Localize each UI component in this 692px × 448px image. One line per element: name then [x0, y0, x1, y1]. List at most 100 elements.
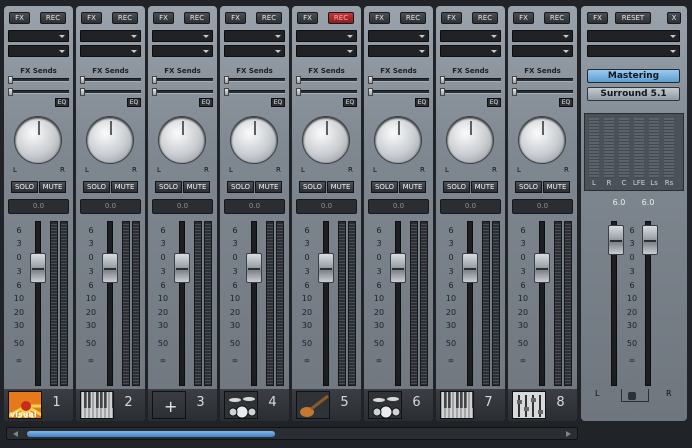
pan-knob[interactable]	[374, 116, 422, 164]
output-select[interactable]	[80, 45, 141, 57]
input-select[interactable]	[296, 30, 357, 42]
volume-fader[interactable]	[390, 253, 406, 283]
mute-button[interactable]: MUTE	[399, 181, 426, 193]
scroll-thumb[interactable]	[27, 431, 275, 437]
output-select[interactable]	[224, 45, 285, 57]
fx-button[interactable]: FX	[369, 12, 390, 24]
guitar-icon[interactable]	[296, 391, 330, 419]
master-input-select[interactable]	[587, 30, 680, 42]
mute-button[interactable]: MUTE	[327, 181, 354, 193]
rec-button[interactable]: REC	[400, 12, 426, 24]
output-select[interactable]	[440, 45, 501, 57]
pan-knob[interactable]	[302, 116, 350, 164]
pan-knob[interactable]	[14, 116, 62, 164]
pan-knob[interactable]	[518, 116, 566, 164]
rec-button[interactable]: REC	[184, 12, 210, 24]
fx-button[interactable]: FX	[81, 12, 102, 24]
mute-button[interactable]: MUTE	[39, 181, 66, 193]
pan-knob[interactable]	[158, 116, 206, 164]
volume-fader[interactable]	[102, 253, 118, 283]
fx-send-2-slider[interactable]	[224, 88, 285, 96]
horizontal-scrollbar[interactable]	[6, 427, 578, 440]
input-select[interactable]	[440, 30, 501, 42]
master-right-fader[interactable]	[642, 225, 658, 255]
volume-fader[interactable]	[534, 253, 550, 283]
fx-send-2-slider[interactable]	[8, 88, 69, 96]
mixer-icon[interactable]	[512, 391, 546, 419]
rec-button[interactable]: REC	[328, 12, 354, 24]
eq-button[interactable]: EQ	[271, 98, 285, 107]
volume-fader[interactable]	[462, 253, 478, 283]
output-select[interactable]	[512, 45, 573, 57]
fx-send-1-slider[interactable]	[296, 76, 357, 84]
eq-button[interactable]: EQ	[199, 98, 213, 107]
input-select[interactable]	[224, 30, 285, 42]
solo-button[interactable]: SOLO	[371, 181, 398, 193]
fx-button[interactable]: FX	[513, 12, 534, 24]
reset-button[interactable]: RESET	[615, 12, 651, 24]
eq-button[interactable]: EQ	[55, 98, 69, 107]
fx-button[interactable]: FX	[297, 12, 318, 24]
fx-send-2-slider[interactable]	[296, 88, 357, 96]
fx-button[interactable]: FX	[153, 12, 174, 24]
fx-button[interactable]: FX	[441, 12, 462, 24]
eq-button[interactable]: EQ	[343, 98, 357, 107]
rec-button[interactable]: REC	[256, 12, 282, 24]
piano-icon[interactable]	[440, 391, 474, 419]
mute-button[interactable]: MUTE	[183, 181, 210, 193]
surround-button[interactable]: Surround 5.1	[587, 87, 680, 101]
piano-icon[interactable]	[80, 391, 114, 419]
fx-send-1-slider[interactable]	[512, 76, 573, 84]
rec-button[interactable]: REC	[40, 12, 66, 24]
fx-send-1-slider[interactable]	[368, 76, 429, 84]
solo-button[interactable]: SOLO	[443, 181, 470, 193]
volume-fader[interactable]	[174, 253, 190, 283]
mastering-button[interactable]: Mastering	[587, 69, 680, 83]
rec-button[interactable]: REC	[472, 12, 498, 24]
output-select[interactable]	[368, 45, 429, 57]
output-select[interactable]	[8, 45, 69, 57]
solo-button[interactable]: SOLO	[227, 181, 254, 193]
input-select[interactable]	[80, 30, 141, 42]
fx-button[interactable]: FX	[9, 12, 30, 24]
scroll-right-icon[interactable]	[566, 431, 571, 437]
input-select[interactable]	[368, 30, 429, 42]
eq-button[interactable]: EQ	[487, 98, 501, 107]
output-select[interactable]	[152, 45, 213, 57]
output-select[interactable]	[296, 45, 357, 57]
volume-fader[interactable]	[318, 253, 334, 283]
fx-send-1-slider[interactable]	[440, 76, 501, 84]
mute-button[interactable]: MUTE	[111, 181, 138, 193]
mute-button[interactable]: MUTE	[543, 181, 570, 193]
fx-send-1-slider[interactable]	[224, 76, 285, 84]
fx-send-2-slider[interactable]	[512, 88, 573, 96]
pan-knob[interactable]	[86, 116, 134, 164]
pan-knob[interactable]	[230, 116, 278, 164]
lock-icon[interactable]	[628, 392, 636, 400]
fx-send-2-slider[interactable]	[80, 88, 141, 96]
solo-button[interactable]: SOLO	[83, 181, 110, 193]
eq-button[interactable]: EQ	[559, 98, 573, 107]
solo-button[interactable]: SOLO	[515, 181, 542, 193]
input-select[interactable]	[152, 30, 213, 42]
mute-button[interactable]: MUTE	[471, 181, 498, 193]
fx-send-1-slider[interactable]	[80, 76, 141, 84]
fx-send-2-slider[interactable]	[152, 88, 213, 96]
master-output-select[interactable]	[587, 45, 680, 57]
master-fx-button[interactable]: FX	[587, 12, 608, 24]
fx-send-2-slider[interactable]	[368, 88, 429, 96]
fx-send-1-slider[interactable]	[8, 76, 69, 84]
pan-knob[interactable]	[446, 116, 494, 164]
solo-button[interactable]: SOLO	[11, 181, 38, 193]
rec-button[interactable]: REC	[112, 12, 138, 24]
volume-fader[interactable]	[246, 253, 262, 283]
input-select[interactable]	[512, 30, 573, 42]
fx-send-2-slider[interactable]	[440, 88, 501, 96]
fx-button[interactable]: FX	[225, 12, 246, 24]
volume-fader[interactable]	[30, 253, 46, 283]
solo-button[interactable]: SOLO	[155, 181, 182, 193]
scroll-left-icon[interactable]	[13, 431, 18, 437]
mute-button[interactable]: MUTE	[255, 181, 282, 193]
fx-send-1-slider[interactable]	[152, 76, 213, 84]
close-button[interactable]: X	[667, 12, 681, 24]
